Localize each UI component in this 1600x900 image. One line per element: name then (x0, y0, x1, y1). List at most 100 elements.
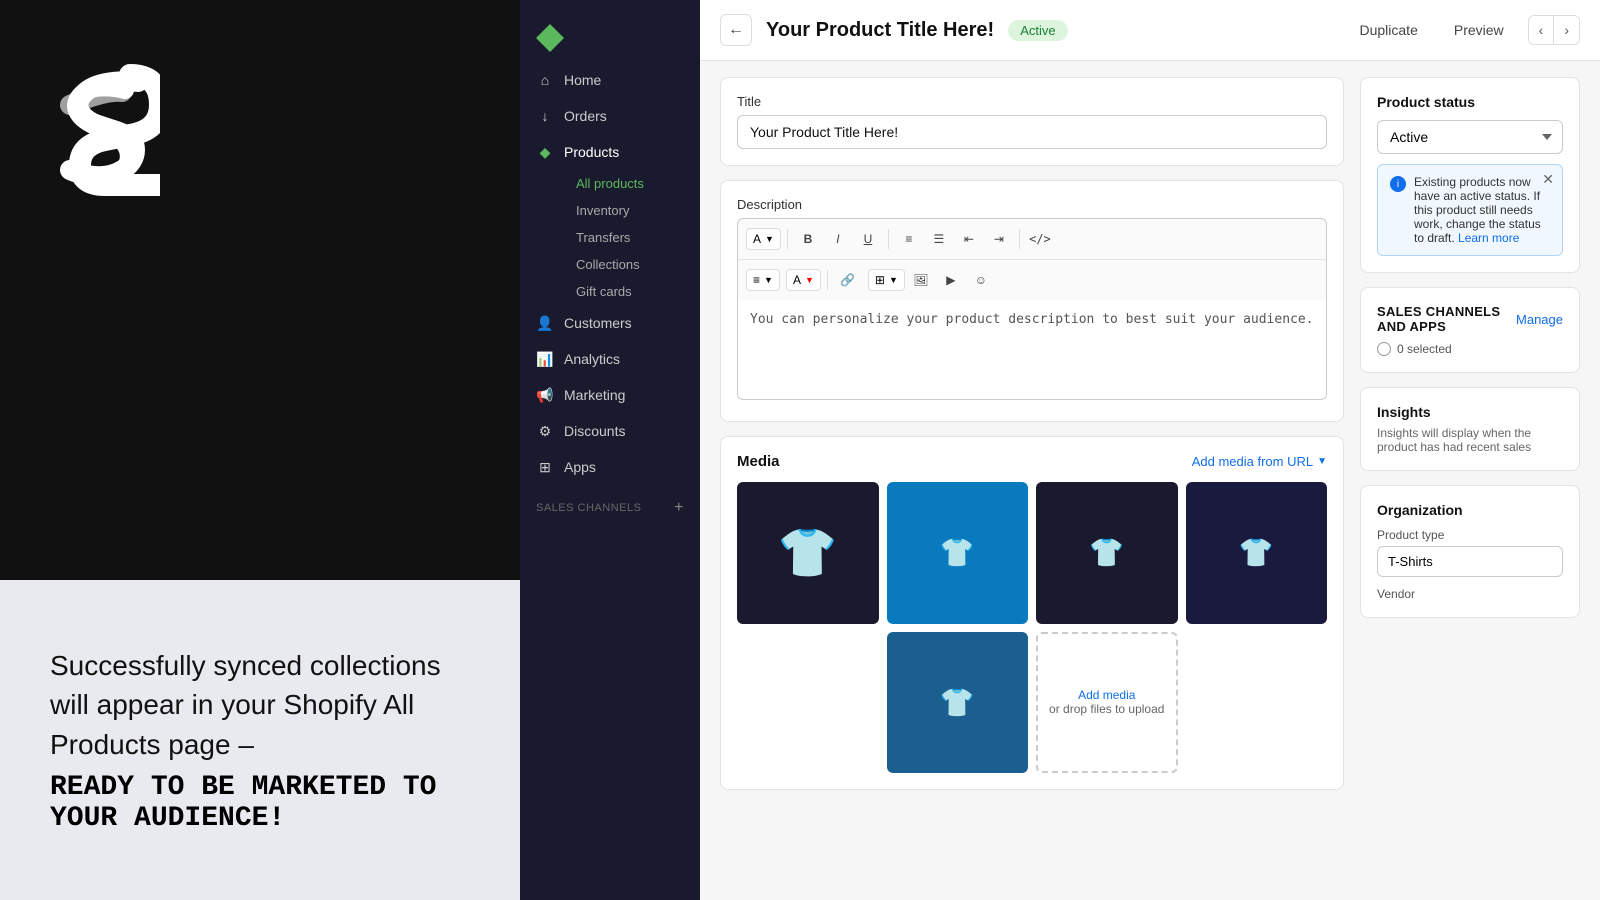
indent-left-button[interactable]: ⇤ (955, 225, 983, 253)
products-subnav: All products Inventory Transfers Collect… (520, 170, 700, 305)
sales-channels-section: SALES CHANNELS + (520, 485, 700, 521)
link-button[interactable]: 🔗 (834, 266, 862, 294)
media-item-4[interactable]: 👕 (1186, 482, 1328, 624)
title-input[interactable] (737, 115, 1327, 149)
branding-area: Successfully synced collections will app… (0, 0, 520, 900)
media-item-main[interactable]: 👕 (737, 482, 879, 624)
product-status-card: Product status Active Draft i Existing p… (1360, 77, 1580, 273)
sales-channels-card: SALES CHANNELS AND APPS Manage 0 selecte… (1360, 287, 1580, 373)
vendor-label: Vendor (1377, 587, 1563, 601)
description-toolbar-row2: ≡ ▼ A ▼ 🔗 ⊞ ▼ 🖼 ▶ ☺ (737, 259, 1327, 300)
table-select[interactable]: ⊞ ▼ (868, 269, 905, 291)
tagline-normal: Successfully synced collections will app… (50, 646, 470, 764)
media-item-2[interactable]: 👕 (887, 482, 1029, 624)
media-upload-area[interactable]: Add media or drop files to upload (1036, 632, 1178, 774)
video-button[interactable]: ▶ (937, 266, 965, 294)
prev-arrow[interactable]: ‹ (1529, 16, 1555, 44)
info-close-button[interactable]: ✕ (1542, 171, 1554, 188)
sidebar: ⌂ Home ↓ Orders ◆ Products All products … (520, 0, 700, 900)
discounts-icon: ⚙ (536, 422, 554, 440)
home-icon: ⌂ (536, 71, 554, 89)
learn-more-link[interactable]: Learn more (1458, 231, 1519, 245)
align-select[interactable]: ≡ ▼ (746, 269, 780, 291)
underline-button[interactable]: U (854, 225, 882, 253)
image-button[interactable]: 🖼 (907, 266, 935, 294)
upload-link: Add media (1078, 688, 1135, 702)
sidebar-item-home[interactable]: ⌂ Home (520, 62, 700, 98)
main-content: ← Your Product Title Here! Active Duplic… (700, 0, 1600, 900)
back-button[interactable]: ← (720, 14, 752, 46)
sales-channels-title: SALES CHANNELS AND APPS (1377, 304, 1516, 334)
subnav-collections[interactable]: Collections (564, 251, 700, 278)
info-icon: i (1390, 176, 1406, 192)
sidebar-item-label: Apps (564, 459, 596, 475)
add-media-url-button[interactable]: Add media from URL ▼ (1192, 454, 1327, 469)
sidebar-item-label: Discounts (564, 423, 625, 439)
bullet-list-button[interactable]: ≡ (895, 225, 923, 253)
sidebar-item-products[interactable]: ◆ Products (520, 134, 700, 170)
duplicate-button[interactable]: Duplicate (1347, 16, 1429, 44)
subnav-transfers[interactable]: Transfers (564, 224, 700, 251)
manage-link[interactable]: Manage (1516, 312, 1563, 327)
top-bar: ← Your Product Title Here! Active Duplic… (700, 0, 1600, 61)
sidebar-item-label: Products (564, 144, 619, 160)
media-item-5[interactable]: 👕 (887, 632, 1029, 774)
sidebar-item-analytics[interactable]: 📊 Analytics (520, 341, 700, 377)
top-bar-left: ← Your Product Title Here! Active (720, 14, 1068, 46)
media-grid: 👕 👕 👕 👕 👕 (737, 482, 1327, 773)
apps-icon: ⊞ (536, 458, 554, 476)
upload-sub: or drop files to upload (1049, 702, 1164, 716)
radio-dot (1377, 342, 1391, 356)
sidebar-item-label: Customers (564, 315, 632, 331)
sidebar-item-marketing[interactable]: 📢 Marketing (520, 377, 700, 413)
media-item-3[interactable]: 👕 (1036, 482, 1178, 624)
selected-count: 0 selected (1377, 342, 1563, 356)
emoji-button[interactable]: ☺ (967, 266, 995, 294)
top-bar-right: Duplicate Preview ‹ › (1347, 15, 1580, 45)
toolbar-sep2 (888, 229, 889, 249)
organization-card: Organization Product type Vendor (1360, 485, 1580, 618)
status-select[interactable]: Active Draft (1377, 120, 1563, 154)
sidebar-item-customers[interactable]: 👤 Customers (520, 305, 700, 341)
add-media-label: Add media from URL (1192, 454, 1313, 469)
color-select[interactable]: A ▼ (786, 269, 821, 291)
sidebar-item-discounts[interactable]: ⚙ Discounts (520, 413, 700, 449)
sidebar-item-label: Marketing (564, 387, 625, 403)
title-label: Title (737, 94, 1327, 109)
left-column: Title Description A ▼ B I U ≡ ☰ ⇤ ⇥ (720, 77, 1344, 883)
toolbar-sep4 (827, 270, 828, 290)
description-card: Description A ▼ B I U ≡ ☰ ⇤ ⇥ </> (720, 180, 1344, 422)
status-badge: Active (1008, 20, 1067, 41)
italic-button[interactable]: I (824, 225, 852, 253)
preview-button[interactable]: Preview (1442, 16, 1516, 44)
media-title: Media (737, 453, 780, 470)
subnav-gift-cards[interactable]: Gift cards (564, 278, 700, 305)
marketing-icon: 📢 (536, 386, 554, 404)
code-button[interactable]: </> (1026, 225, 1054, 253)
indent-right-button[interactable]: ⇥ (985, 225, 1013, 253)
toolbar-sep1 (787, 229, 788, 249)
subnav-all-products[interactable]: All products (564, 170, 700, 197)
dropdown-icon: ▼ (1317, 456, 1327, 467)
logo-area (0, 0, 520, 265)
right-column: Product status Active Draft i Existing p… (1360, 77, 1580, 883)
shopify-logo-diamond (536, 24, 564, 52)
title-card: Title (720, 77, 1344, 166)
font-family-select[interactable]: A ▼ (746, 228, 781, 250)
sidebar-item-apps[interactable]: ⊞ Apps (520, 449, 700, 485)
sales-channels-label: SALES CHANNELS (536, 502, 641, 514)
organization-title: Organization (1377, 502, 1563, 518)
align-center-button[interactable]: ☰ (925, 225, 953, 253)
sidebar-item-label: Orders (564, 108, 607, 124)
subnav-inventory[interactable]: Inventory (564, 197, 700, 224)
next-arrow[interactable]: › (1554, 16, 1579, 44)
insights-card: Insights Insights will display when the … (1360, 387, 1580, 471)
sidebar-item-label: Home (564, 72, 601, 88)
product-type-input[interactable] (1377, 546, 1563, 577)
add-sales-channel-icon[interactable]: + (674, 499, 684, 517)
bold-button[interactable]: B (794, 225, 822, 253)
sidebar-item-label: Analytics (564, 351, 620, 367)
orders-icon: ↓ (536, 107, 554, 125)
sidebar-item-orders[interactable]: ↓ Orders (520, 98, 700, 134)
description-textarea[interactable]: You can personalize your product descrip… (737, 300, 1327, 400)
